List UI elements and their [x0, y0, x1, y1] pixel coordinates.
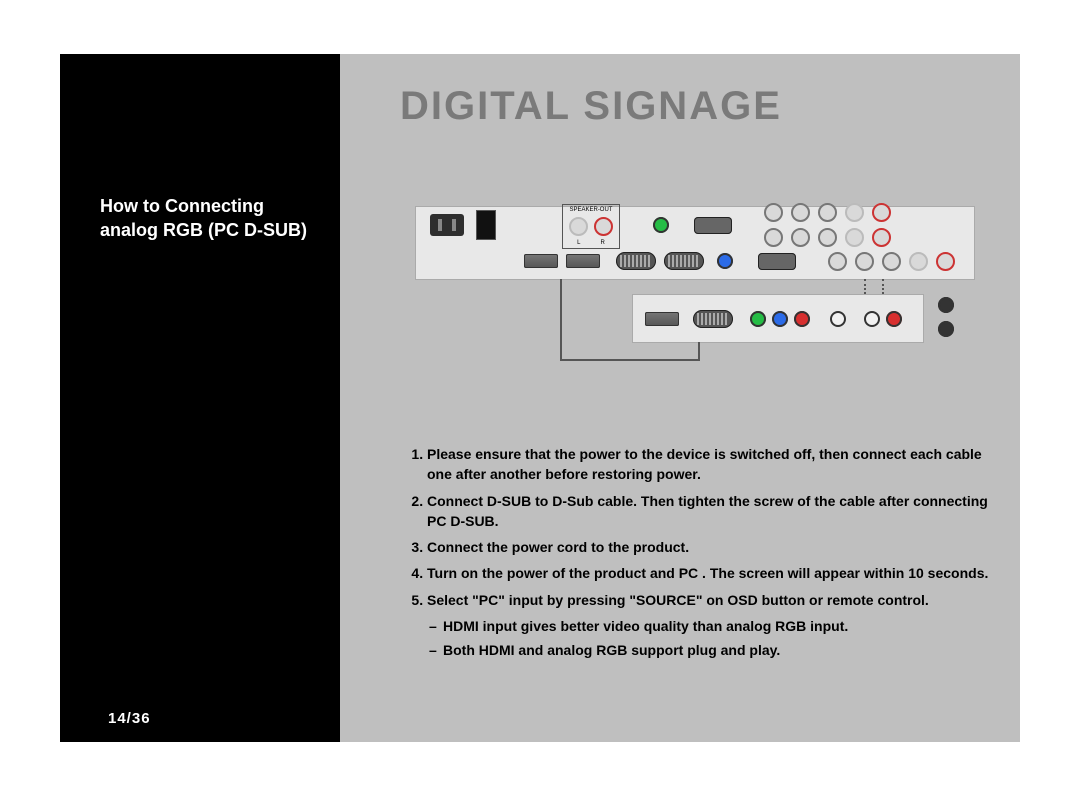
jack-red-icon: [886, 311, 902, 327]
manual-page: How to Connecting analog RGB (PC D-SUB) …: [60, 54, 1020, 742]
vga-port-icon: [693, 310, 733, 328]
step-item: Connect D-SUB to D-Sub cable. Then tight…: [427, 491, 1005, 532]
content-area: DIGITAL SIGNAGE SPEAKER-OUT L R: [340, 54, 1020, 742]
audio-jack-green-icon: [653, 217, 669, 233]
instruction-block: Please ensure that the power to the devi…: [405, 444, 1005, 665]
wire-icon: [560, 279, 562, 359]
jack-red-icon: [794, 311, 810, 327]
callout-panel-illustration: [632, 294, 924, 343]
speaker-out-label: SPEAKER-OUT: [567, 207, 615, 213]
wire-icon: [560, 359, 700, 361]
note-item: Both HDMI and analog RGB support plug an…: [429, 640, 1005, 660]
jack-blue-icon: [772, 311, 788, 327]
speaker-l-label: L: [577, 240, 580, 246]
step-item: Connect the power cord to the product.: [427, 537, 1005, 557]
serial-port-icon: [758, 253, 796, 270]
speaker-out-box: SPEAKER-OUT L R: [562, 204, 620, 249]
dotted-line-icon: [864, 279, 866, 294]
hdmi-port-icon: [566, 254, 600, 268]
page-indicator: 14/36: [108, 710, 151, 727]
extra-jacks-icon: [935, 294, 957, 340]
dotted-line-icon: [882, 279, 884, 294]
vga-port-icon: [664, 252, 704, 270]
hdmi-port-icon: [524, 254, 558, 268]
section-title: How to Connecting analog RGB (PC D-SUB): [100, 194, 320, 243]
audio-jack-blue-icon: [717, 253, 733, 269]
rca-right-icon: [594, 217, 613, 236]
rca-left-icon: [569, 217, 588, 236]
step-list: Please ensure that the power to the devi…: [405, 444, 1005, 610]
jack-green-icon: [750, 311, 766, 327]
step-item: Turn on the power of the product and PC …: [427, 563, 1005, 583]
vga-port-icon: [616, 252, 656, 270]
jack-white-icon: [864, 311, 880, 327]
note-list: HDMI input gives better video quality th…: [405, 616, 1005, 661]
rca-grid-icon: [762, 201, 893, 249]
jack-white-icon: [830, 311, 846, 327]
note-item: HDMI input gives better video quality th…: [429, 616, 1005, 636]
power-switch-icon: [476, 210, 496, 240]
hdmi-port-icon: [645, 312, 679, 326]
sidebar: How to Connecting analog RGB (PC D-SUB) …: [60, 54, 340, 742]
header-band: DIGITAL SIGNAGE: [340, 54, 1020, 164]
rca-grid-icon: [826, 250, 957, 273]
step-item: Please ensure that the power to the devi…: [427, 444, 1005, 485]
page-title: DIGITAL SIGNAGE: [400, 84, 782, 129]
step-item: Select "PC" input by pressing "SOURCE" o…: [427, 590, 1005, 610]
serial-port-icon: [694, 217, 732, 234]
wire-icon: [698, 342, 700, 359]
speaker-r-label: R: [601, 240, 605, 246]
power-socket-icon: [430, 214, 464, 236]
rear-panel-illustration: SPEAKER-OUT L R: [415, 206, 975, 280]
